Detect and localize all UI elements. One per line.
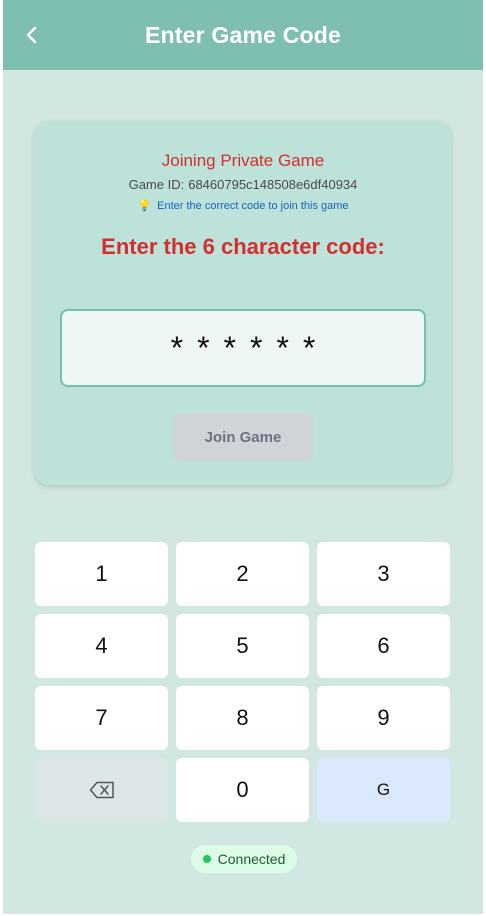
key-g[interactable]: G <box>317 758 450 822</box>
hint-text: Enter the correct code to join this game <box>157 199 349 212</box>
lightbulb-icon: 💡 <box>137 200 152 212</box>
backspace-key[interactable] <box>35 758 168 822</box>
backspace-icon <box>89 781 114 799</box>
back-button[interactable] <box>17 20 47 50</box>
chevron-left-icon <box>26 26 37 44</box>
key-2[interactable]: 2 <box>176 542 309 606</box>
key-3[interactable]: 3 <box>317 542 450 606</box>
page-title: Enter Game Code <box>145 21 341 48</box>
key-5[interactable]: 5 <box>176 614 309 678</box>
hint: 💡 Enter the correct code to join this ga… <box>35 199 451 213</box>
game-id-value: 68460795c148508e6df40934 <box>188 177 358 192</box>
keypad: 1 2 3 4 5 6 7 8 9 0 G <box>35 542 451 822</box>
status-dot-icon <box>202 855 211 863</box>
join-game-button[interactable]: Join Game <box>173 413 313 461</box>
game-id-label: Game ID: <box>128 177 185 192</box>
header-bar: Enter Game Code <box>3 0 483 70</box>
status-text: Connected <box>217 851 286 867</box>
join-game-card: Joining Private Game Game ID: 68460795c14… <box>35 121 451 485</box>
code-input[interactable]: ****** <box>60 309 426 387</box>
connection-status-badge: Connected <box>191 845 297 873</box>
key-6[interactable]: 6 <box>317 614 450 678</box>
code-prompt: Enter the 6 character code: <box>101 234 385 259</box>
card-title: Joining Private Game <box>161 151 325 170</box>
key-8[interactable]: 8 <box>176 686 309 750</box>
key-9[interactable]: 9 <box>317 686 450 750</box>
key-4[interactable]: 4 <box>35 614 168 678</box>
game-id: Game ID: 68460795c148508e6df40934 <box>35 177 451 192</box>
key-1[interactable]: 1 <box>35 542 168 606</box>
key-0[interactable]: 0 <box>176 758 309 822</box>
key-7[interactable]: 7 <box>35 686 168 750</box>
app-screen: Enter Game Code Joining Private Game Gam… <box>0 0 486 916</box>
